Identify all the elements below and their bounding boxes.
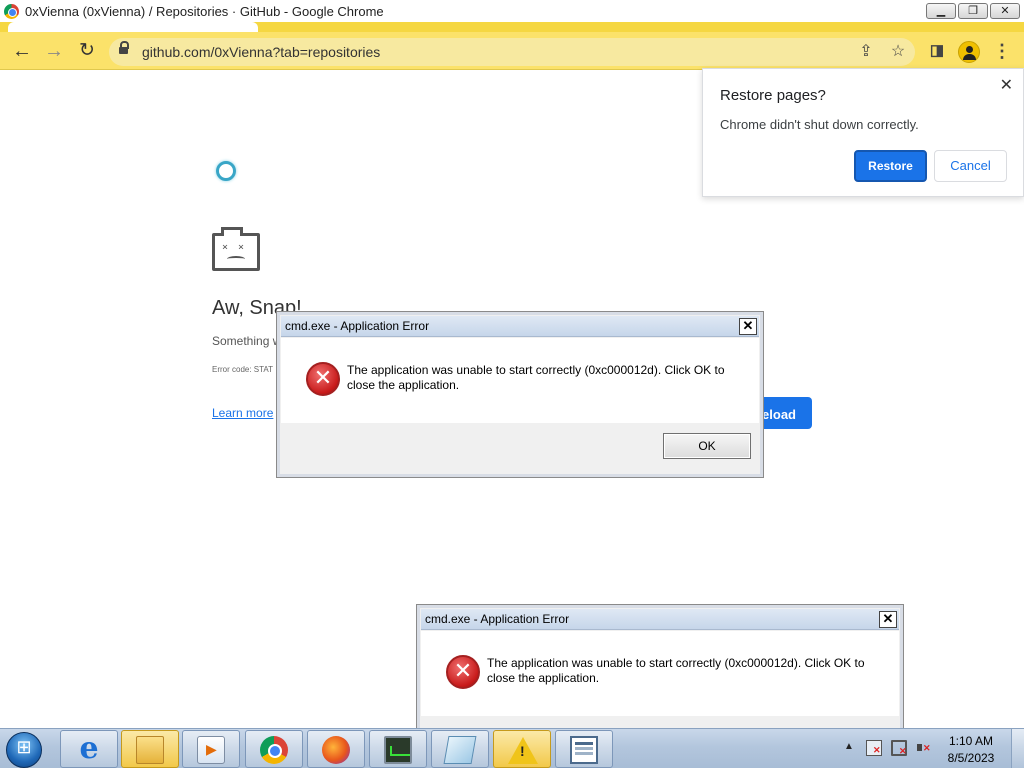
dialog-title: cmd.exe - Application Error (425, 612, 570, 626)
network-icon[interactable] (891, 740, 907, 757)
taskbar-notepad[interactable] (431, 730, 489, 768)
application-error-dialog: cmd.exe - Application Error ✕ ✕ The appl… (416, 604, 904, 732)
back-arrow-icon[interactable]: ← (10, 40, 34, 64)
dialog-body: ✕ The application was unable to start co… (421, 631, 899, 716)
warning-mark: ! (520, 743, 525, 759)
dialog-close-button[interactable]: ✕ (739, 318, 757, 335)
tab-strip (0, 22, 1024, 32)
ok-button[interactable]: OK (663, 433, 751, 459)
system-clock[interactable]: 1:10 AM 8/5/2023 (940, 733, 1002, 767)
show-desktop-button[interactable] (1011, 729, 1024, 768)
taskbar-windows-explorer[interactable] (121, 730, 179, 768)
error-page-message: Something w (212, 334, 282, 348)
taskbar-application[interactable] (555, 730, 613, 768)
browser-toolbar: ← → ↻ github.com/0xVienna?tab=repositori… (0, 32, 1024, 70)
taskbar-media-player[interactable] (182, 730, 240, 768)
error-code: Error code: STAT (212, 365, 274, 374)
chrome-icon (260, 736, 288, 764)
volume-muted-icon[interactable] (916, 740, 932, 756)
folder-icon (136, 736, 164, 764)
taskbar-internet-explorer[interactable]: e (60, 730, 118, 768)
window-title: 0xVienna (0xVienna) / Repositories · Git… (25, 4, 384, 19)
bubble-close-icon[interactable]: ✕ (1000, 75, 1013, 95)
address-bar[interactable]: github.com/0xVienna?tab=repositories ⇪ ☆ (109, 38, 915, 66)
maximize-button[interactable]: ❐ (958, 3, 988, 19)
forward-arrow-icon[interactable]: → (42, 40, 66, 64)
notepad-icon (443, 736, 477, 764)
minimize-button[interactable]: ▁ (926, 3, 956, 19)
show-hidden-icons-icon[interactable]: ▲ (844, 741, 854, 752)
dialog-close-button[interactable]: ✕ (879, 611, 897, 628)
restore-pages-bubble: ✕ Restore pages? Chrome didn't shut down… (702, 68, 1024, 197)
dialog-caption: cmd.exe - Application Error ✕ (421, 609, 899, 630)
application-error-dialog: cmd.exe - Application Error ✕ ✕ The appl… (276, 311, 764, 478)
firefox-icon (322, 736, 350, 764)
profile-avatar-icon[interactable] (958, 41, 980, 63)
taskbar-google-chrome[interactable] (245, 730, 303, 768)
cancel-button[interactable]: Cancel (934, 150, 1007, 182)
start-button-icon[interactable] (6, 732, 42, 768)
restore-button[interactable]: Restore (854, 150, 927, 182)
active-tab[interactable] (8, 22, 258, 32)
bookmark-star-icon[interactable]: ☆ (885, 39, 911, 65)
bubble-title: Restore pages? (720, 87, 826, 104)
application-window-icon (570, 736, 598, 764)
dialog-body: ✕ The application was unable to start co… (281, 338, 759, 423)
bubble-message: Chrome didn't shut down correctly. (720, 117, 919, 132)
lock-icon[interactable] (119, 41, 129, 56)
share-icon[interactable]: ⇪ (853, 39, 879, 65)
dialog-message: The application was unable to start corr… (347, 363, 725, 392)
taskbar-task-manager[interactable] (369, 730, 427, 768)
clock-time: 1:10 AM (948, 734, 994, 748)
dialog-message: The application was unable to start corr… (487, 656, 865, 685)
dialog-caption: cmd.exe - Application Error ✕ (281, 316, 759, 337)
task-manager-icon (384, 736, 412, 764)
close-window-button[interactable]: ✕ (990, 3, 1020, 19)
taskbar-warning[interactable]: ! (493, 730, 551, 768)
sad-tab-mouth (227, 256, 245, 262)
dialog-title: cmd.exe - Application Error (285, 319, 430, 333)
chrome-titlebar: 0xVienna (0xVienna) / Repositories · Git… (0, 0, 1024, 24)
chrome-favicon-icon (4, 4, 19, 19)
loading-spinner-icon (216, 161, 236, 181)
error-icon: ✕ (306, 362, 340, 396)
sad-tab-icon: ×× (212, 227, 260, 271)
reload-icon[interactable]: ↻ (75, 40, 99, 64)
action-center-flag-icon[interactable] (866, 740, 882, 756)
internet-explorer-icon: e (79, 731, 99, 766)
sad-tab-eyes: ×× (222, 242, 255, 253)
side-panel-icon[interactable]: ◨ (924, 38, 950, 64)
media-player-icon (197, 736, 225, 764)
error-icon: ✕ (446, 655, 480, 689)
clock-date: 8/5/2023 (947, 751, 995, 765)
menu-dots-icon[interactable]: ⋮ (989, 38, 1015, 64)
learn-more-link[interactable]: Learn more (212, 406, 273, 420)
taskbar-firefox[interactable] (307, 730, 365, 768)
url-text[interactable]: github.com/0xVienna?tab=repositories (142, 44, 380, 60)
